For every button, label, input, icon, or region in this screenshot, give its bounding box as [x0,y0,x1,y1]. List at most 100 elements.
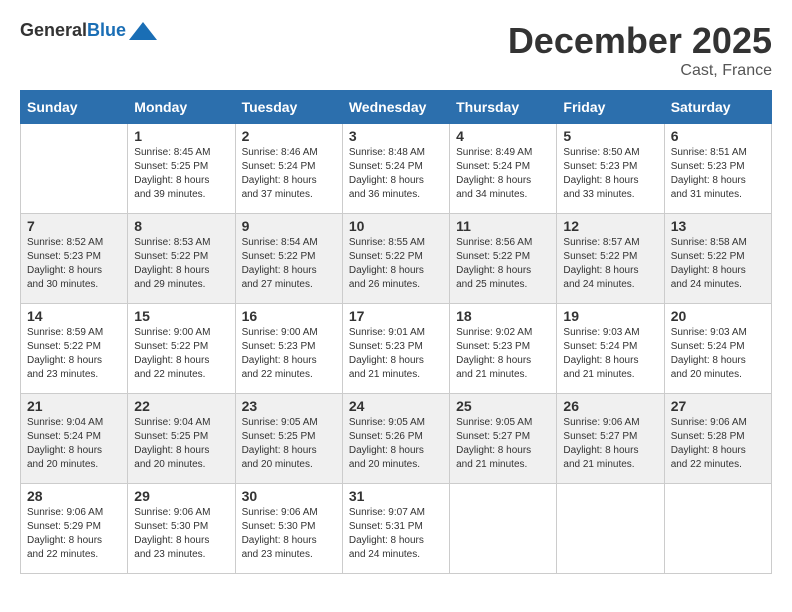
weekday-header-monday: Monday [128,91,235,124]
weekday-header-sunday: Sunday [21,91,128,124]
calendar-cell: 27Sunrise: 9:06 AMSunset: 5:28 PMDayligh… [664,394,771,484]
day-number: 3 [349,128,443,144]
day-number: 25 [456,398,550,414]
calendar-cell: 26 Sunrise: 9:06 AMSunset: 5:27 PMDayligh… [557,394,664,484]
location-title: Cast, France [508,62,772,80]
calendar-cell: 9 Sunrise: 8:54 AMSunset: 5:22 PMDaylight… [235,214,342,304]
calendar-cell: 25 Sunrise: 9:05 AMSunset: 5:27 PMDayligh… [450,394,557,484]
calendar-cell: 8 Sunrise: 8:53 AMSunset: 5:22 PMDaylight… [128,214,235,304]
calendar-cell [21,124,128,214]
day-number: 9 [242,218,336,234]
day-number: 29 [134,488,228,504]
weekday-header-wednesday: Wednesday [342,91,449,124]
day-number: 19 [563,308,657,324]
day-number: 27 [671,398,765,414]
calendar-cell: 4Sunrise: 8:49 AMSunset: 5:24 PMDaylight… [450,124,557,214]
page-header: GeneralBlue December 2025 Cast, France [20,20,772,80]
calendar-cell: 29 Sunrise: 9:06 AMSunset: 5:30 PMDayligh… [128,484,235,574]
day-number: 15 [134,308,228,324]
weekday-header-tuesday: Tuesday [235,91,342,124]
day-number: 8 [134,218,228,234]
day-info: Sunrise: 9:07 AMSunset: 5:31 PMDaylight:… [349,506,443,562]
day-number: 31 [349,488,443,504]
day-info: Sunrise: 8:45 AMSunset: 5:25 PMDaylight:… [134,146,228,202]
day-number: 22 [134,398,228,414]
weekday-header-row: SundayMondayTuesdayWednesdayThursdayFrid… [21,91,772,124]
weekday-header-friday: Friday [557,91,664,124]
day-info: Sunrise: 9:06 AMSunset: 5:30 PMDaylight:… [242,506,336,562]
day-info: Sunrise: 9:06 AMSunset: 5:30 PMDaylight:… [134,506,228,562]
day-info: Sunrise: 9:06 AMSunset: 5:29 PMDaylight:… [27,506,121,562]
day-number: 6 [671,128,765,144]
day-number: 21 [27,398,121,414]
day-info: Sunrise: 9:06 AMSunset: 5:27 PMDaylight:… [563,416,657,472]
day-number: 28 [27,488,121,504]
calendar-cell: 22 Sunrise: 9:04 AMSunset: 5:25 PMDayligh… [128,394,235,484]
day-number: 14 [27,308,121,324]
day-number: 1 [134,128,228,144]
calendar-cell: 10Sunrise: 8:55 AMSunset: 5:22 PMDayligh… [342,214,449,304]
calendar-cell: 1 Sunrise: 8:45 AMSunset: 5:25 PMDaylight… [128,124,235,214]
day-info: Sunrise: 9:05 AMSunset: 5:25 PMDaylight:… [242,416,336,472]
calendar-cell: 18 Sunrise: 9:02 AMSunset: 5:23 PMDayligh… [450,304,557,394]
day-info: Sunrise: 8:50 AMSunset: 5:23 PMDaylight:… [563,146,657,202]
day-info: Sunrise: 9:00 AMSunset: 5:23 PMDaylight:… [242,326,336,382]
day-number: 18 [456,308,550,324]
day-info: Sunrise: 8:54 AMSunset: 5:22 PMDaylight:… [242,236,336,292]
calendar-cell: 20 Sunrise: 9:03 AMSunset: 5:24 PMDayligh… [664,304,771,394]
calendar-row-0: 1 Sunrise: 8:45 AMSunset: 5:25 PMDaylight… [21,124,772,214]
day-info: Sunrise: 9:04 AMSunset: 5:25 PMDaylight:… [134,416,228,472]
day-info: Sunrise: 8:49 AMSunset: 5:24 PMDaylight:… [456,146,550,202]
calendar-cell: 19Sunrise: 9:03 AMSunset: 5:24 PMDayligh… [557,304,664,394]
logo-icon [129,22,157,40]
day-info: Sunrise: 9:05 AMSunset: 5:27 PMDaylight:… [456,416,550,472]
day-info: Sunrise: 8:51 AMSunset: 5:23 PMDaylight:… [671,146,765,202]
weekday-header-thursday: Thursday [450,91,557,124]
day-number: 11 [456,218,550,234]
calendar-cell: 23 Sunrise: 9:05 AMSunset: 5:25 PMDayligh… [235,394,342,484]
day-info: Sunrise: 8:52 AMSunset: 5:23 PMDaylight:… [27,236,121,292]
calendar-cell: 13Sunrise: 8:58 AMSunset: 5:22 PMDayligh… [664,214,771,304]
calendar-cell: 2 Sunrise: 8:46 AMSunset: 5:24 PMDaylight… [235,124,342,214]
calendar-cell [664,484,771,574]
day-info: Sunrise: 9:04 AMSunset: 5:24 PMDaylight:… [27,416,121,472]
calendar-cell: 30Sunrise: 9:06 AMSunset: 5:30 PMDayligh… [235,484,342,574]
logo-general-text: GeneralBlue [20,20,126,41]
day-info: Sunrise: 8:55 AMSunset: 5:22 PMDaylight:… [349,236,443,292]
day-number: 24 [349,398,443,414]
month-title: December 2025 [508,20,772,62]
day-info: Sunrise: 8:53 AMSunset: 5:22 PMDaylight:… [134,236,228,292]
day-number: 20 [671,308,765,324]
day-info: Sunrise: 8:48 AMSunset: 5:24 PMDaylight:… [349,146,443,202]
calendar-cell: 14 Sunrise: 8:59 AMSunset: 5:22 PMDayligh… [21,304,128,394]
title-section: December 2025 Cast, France [508,20,772,80]
day-number: 12 [563,218,657,234]
calendar-cell: 5 Sunrise: 8:50 AMSunset: 5:23 PMDaylight… [557,124,664,214]
day-info: Sunrise: 8:46 AMSunset: 5:24 PMDaylight:… [242,146,336,202]
day-number: 26 [563,398,657,414]
day-info: Sunrise: 9:02 AMSunset: 5:23 PMDaylight:… [456,326,550,382]
calendar-cell [557,484,664,574]
calendar-cell: 21 Sunrise: 9:04 AMSunset: 5:24 PMDayligh… [21,394,128,484]
day-info: Sunrise: 9:00 AMSunset: 5:22 PMDaylight:… [134,326,228,382]
calendar-cell: 3 Sunrise: 8:48 AMSunset: 5:24 PMDaylight… [342,124,449,214]
day-number: 17 [349,308,443,324]
day-number: 23 [242,398,336,414]
calendar-row-2: 14 Sunrise: 8:59 AMSunset: 5:22 PMDayligh… [21,304,772,394]
calendar-cell [450,484,557,574]
day-info: Sunrise: 8:56 AMSunset: 5:22 PMDaylight:… [456,236,550,292]
day-number: 2 [242,128,336,144]
calendar-row-4: 28 Sunrise: 9:06 AMSunset: 5:29 PMDayligh… [21,484,772,574]
day-info: Sunrise: 9:03 AMSunset: 5:24 PMDaylight:… [671,326,765,382]
calendar-cell: 17Sunrise: 9:01 AMSunset: 5:23 PMDayligh… [342,304,449,394]
weekday-header-saturday: Saturday [664,91,771,124]
day-info: Sunrise: 8:59 AMSunset: 5:22 PMDaylight:… [27,326,121,382]
day-number: 16 [242,308,336,324]
logo-text-blue-suffix: Blue [87,20,126,40]
logo: GeneralBlue [20,20,157,41]
day-number: 5 [563,128,657,144]
calendar-cell: 11 Sunrise: 8:56 AMSunset: 5:22 PMDayligh… [450,214,557,304]
calendar-cell: 12Sunrise: 8:57 AMSunset: 5:22 PMDayligh… [557,214,664,304]
calendar-row-1: 7Sunrise: 8:52 AMSunset: 5:23 PMDaylight… [21,214,772,304]
calendar-row-3: 21 Sunrise: 9:04 AMSunset: 5:24 PMDayligh… [21,394,772,484]
